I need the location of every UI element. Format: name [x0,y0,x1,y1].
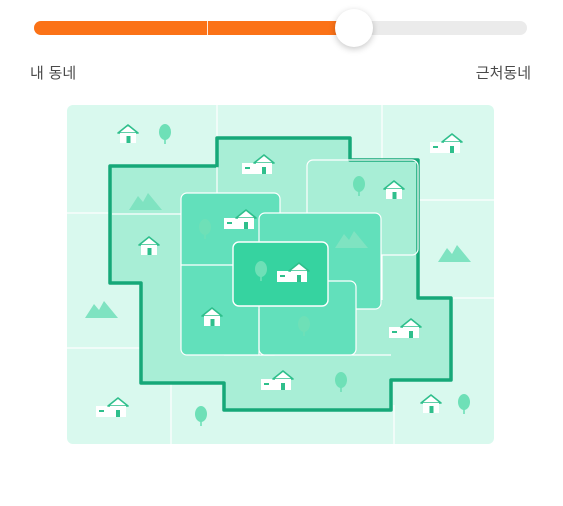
slider-step-tick [206,21,208,35]
range-min-label: 내 동네 [30,64,77,82]
slider-fill [34,21,355,35]
neighborhood-range-slider[interactable] [34,9,527,47]
range-max-label: 근처동네 [475,64,531,82]
slider-thumb[interactable] [335,9,374,47]
neighborhood-map-illustration [67,105,494,444]
